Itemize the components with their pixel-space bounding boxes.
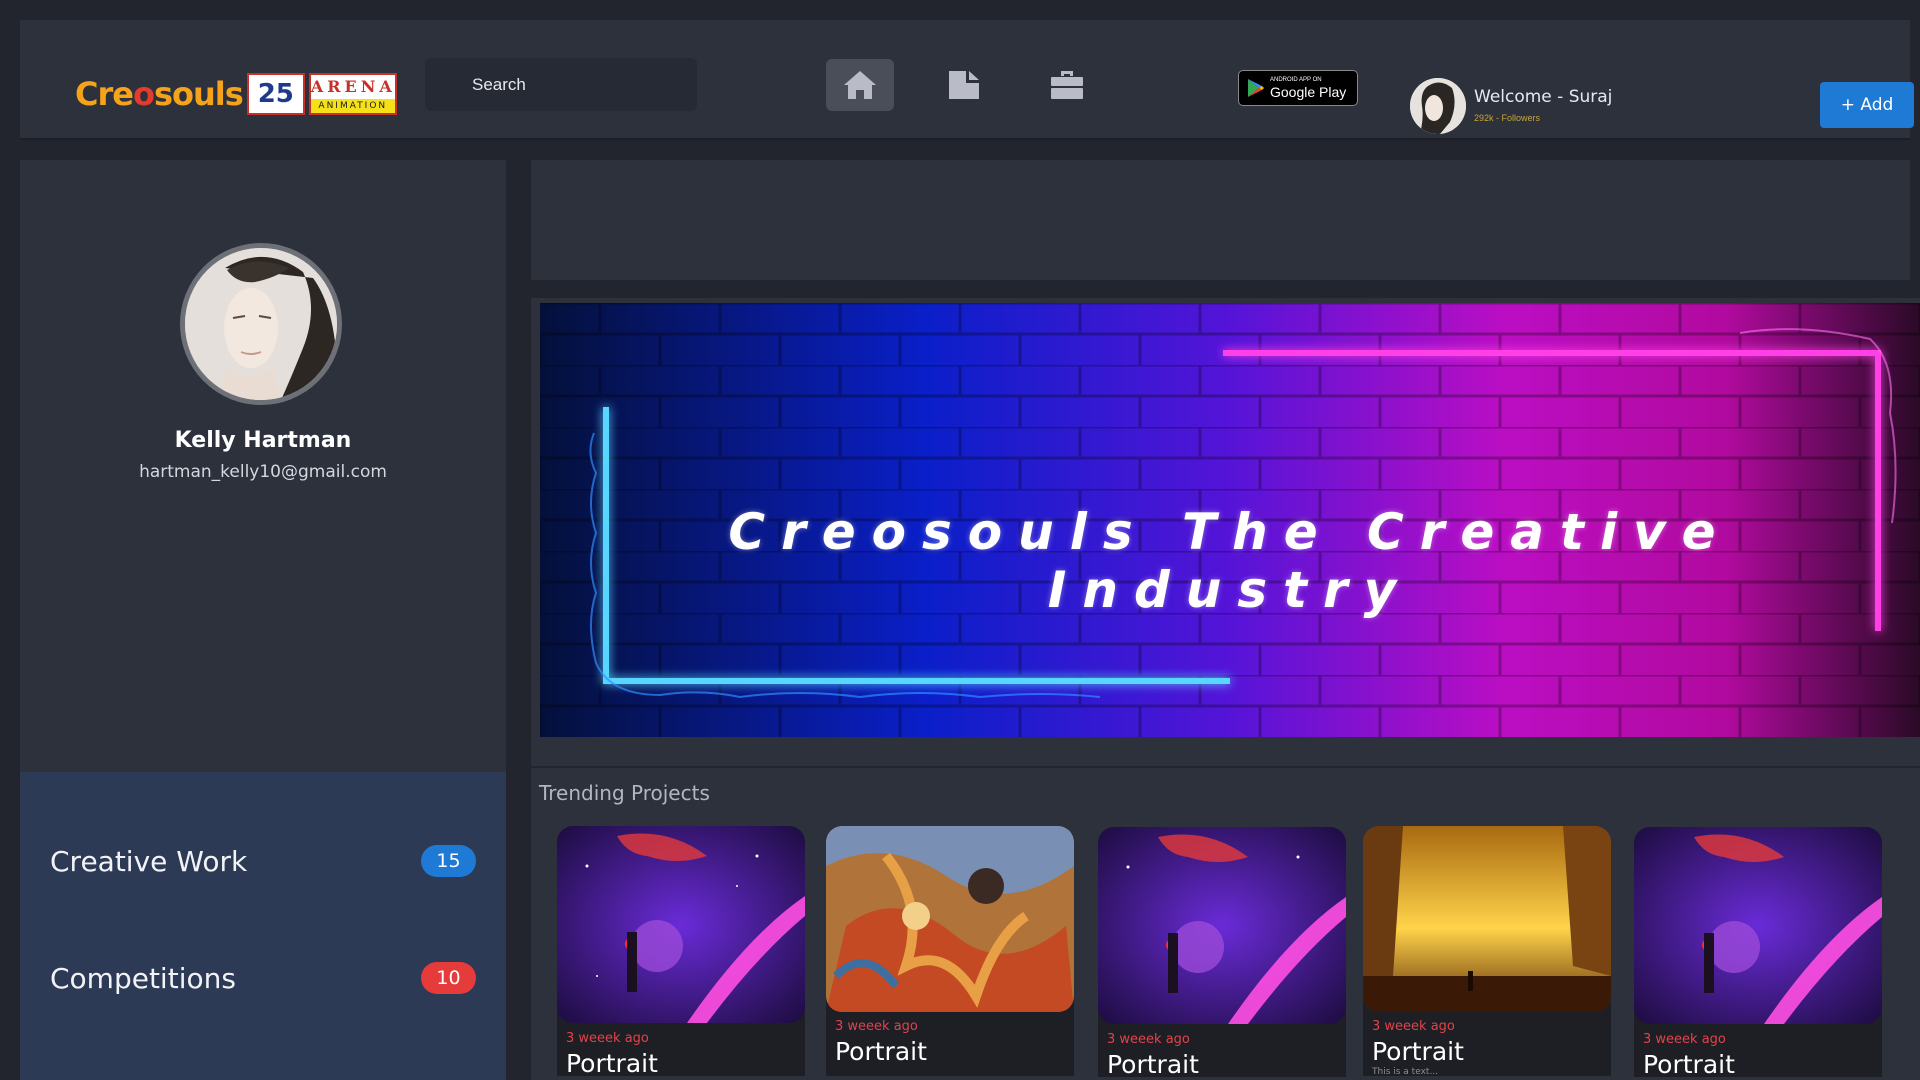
nav-documents[interactable]: [930, 59, 998, 111]
stat-competitions[interactable]: Competitions 10: [50, 962, 476, 1002]
search-input[interactable]: [425, 58, 697, 111]
profile-avatar[interactable]: [180, 243, 342, 405]
page: Creosouls 25 ARENA ANIMATION Search ANDR…: [0, 0, 1920, 1080]
profile-email: hartman_kelly10@gmail.com: [139, 462, 387, 482]
project-thumbnail: [1634, 827, 1882, 1024]
project-card[interactable]: 3 weeek ago Portrait: [1098, 827, 1346, 1077]
hero-banner: Creosouls The Creative Industry: [540, 303, 1920, 737]
home-icon: [844, 71, 876, 99]
google-play-label: Google Play: [1270, 84, 1347, 100]
logo[interactable]: Creosouls 25 ARENA ANIMATION: [75, 64, 397, 124]
google-play-icon: [1248, 79, 1264, 97]
project-title: Portrait: [1372, 1037, 1464, 1066]
banner-panel: Creosouls The Creative Industry: [531, 298, 1920, 766]
project-card[interactable]: 3 weeek ago Portrait This is a text...: [1363, 826, 1611, 1076]
add-button[interactable]: + Add: [1820, 82, 1914, 128]
project-thumbnail: [1363, 826, 1611, 1012]
trending-projects: Trending Projects 3 weeek ago Portrait 3…: [531, 768, 1920, 1080]
google-play-badge[interactable]: ANDROID APP ON Google Play: [1238, 70, 1358, 106]
trending-title: Trending Projects: [539, 781, 710, 805]
project-time: 3 weeek ago: [1107, 1032, 1190, 1047]
document-icon: [949, 71, 979, 99]
followers-count: 292k - Followers: [1474, 113, 1541, 123]
arena-logo: ARENA ANIMATION: [308, 73, 397, 115]
stats-card: Creative Work 15 Competitions 10: [20, 772, 506, 1080]
stat-label: Creative Work: [50, 845, 248, 878]
top-header: Creosouls 25 ARENA ANIMATION Search ANDR…: [20, 20, 1914, 140]
stat-count-badge: 10: [421, 962, 476, 994]
anniversary-badge: 25: [246, 73, 305, 115]
google-play-small-text: ANDROID APP ON: [1270, 77, 1322, 83]
user-avatar[interactable]: [1410, 78, 1466, 134]
project-time: 3 weeek ago: [566, 1031, 649, 1046]
nav-home[interactable]: [826, 59, 894, 111]
welcome-text: Welcome - Suraj: [1474, 87, 1613, 107]
project-time: 3 weeek ago: [835, 1019, 918, 1034]
project-title: Portrait: [1643, 1050, 1735, 1077]
banner-title: Creosouls The Creative Industry: [728, 503, 1732, 619]
project-title: Portrait: [1107, 1050, 1199, 1077]
profile-name: Kelly Hartman: [174, 428, 352, 453]
project-card[interactable]: 3 weeek ago Portrait: [826, 826, 1074, 1076]
stat-count-badge: 15: [421, 845, 476, 877]
project-thumbnail: [557, 826, 805, 1023]
profile-card: Kelly Hartman hartman_kelly10@gmail.com: [20, 160, 506, 772]
project-title: Portrait: [835, 1037, 927, 1066]
project-card[interactable]: 3 weeek ago Portrait: [1634, 827, 1882, 1077]
project-title: Portrait: [566, 1049, 658, 1076]
stat-creative-work[interactable]: Creative Work 15: [50, 845, 476, 885]
logo-text: Creosouls: [75, 75, 244, 113]
project-time: 3 weeek ago: [1372, 1019, 1455, 1034]
project-description: This is a text...: [1372, 1067, 1439, 1076]
top-panel: [531, 160, 1910, 280]
project-time: 3 weeek ago: [1643, 1032, 1726, 1047]
nav-jobs[interactable]: [1033, 59, 1101, 111]
project-card[interactable]: 3 weeek ago Portrait: [557, 826, 805, 1076]
project-thumbnail: [1098, 827, 1346, 1024]
briefcase-icon: [1051, 71, 1083, 99]
project-thumbnail: [826, 826, 1074, 1012]
stat-label: Competitions: [50, 962, 236, 995]
